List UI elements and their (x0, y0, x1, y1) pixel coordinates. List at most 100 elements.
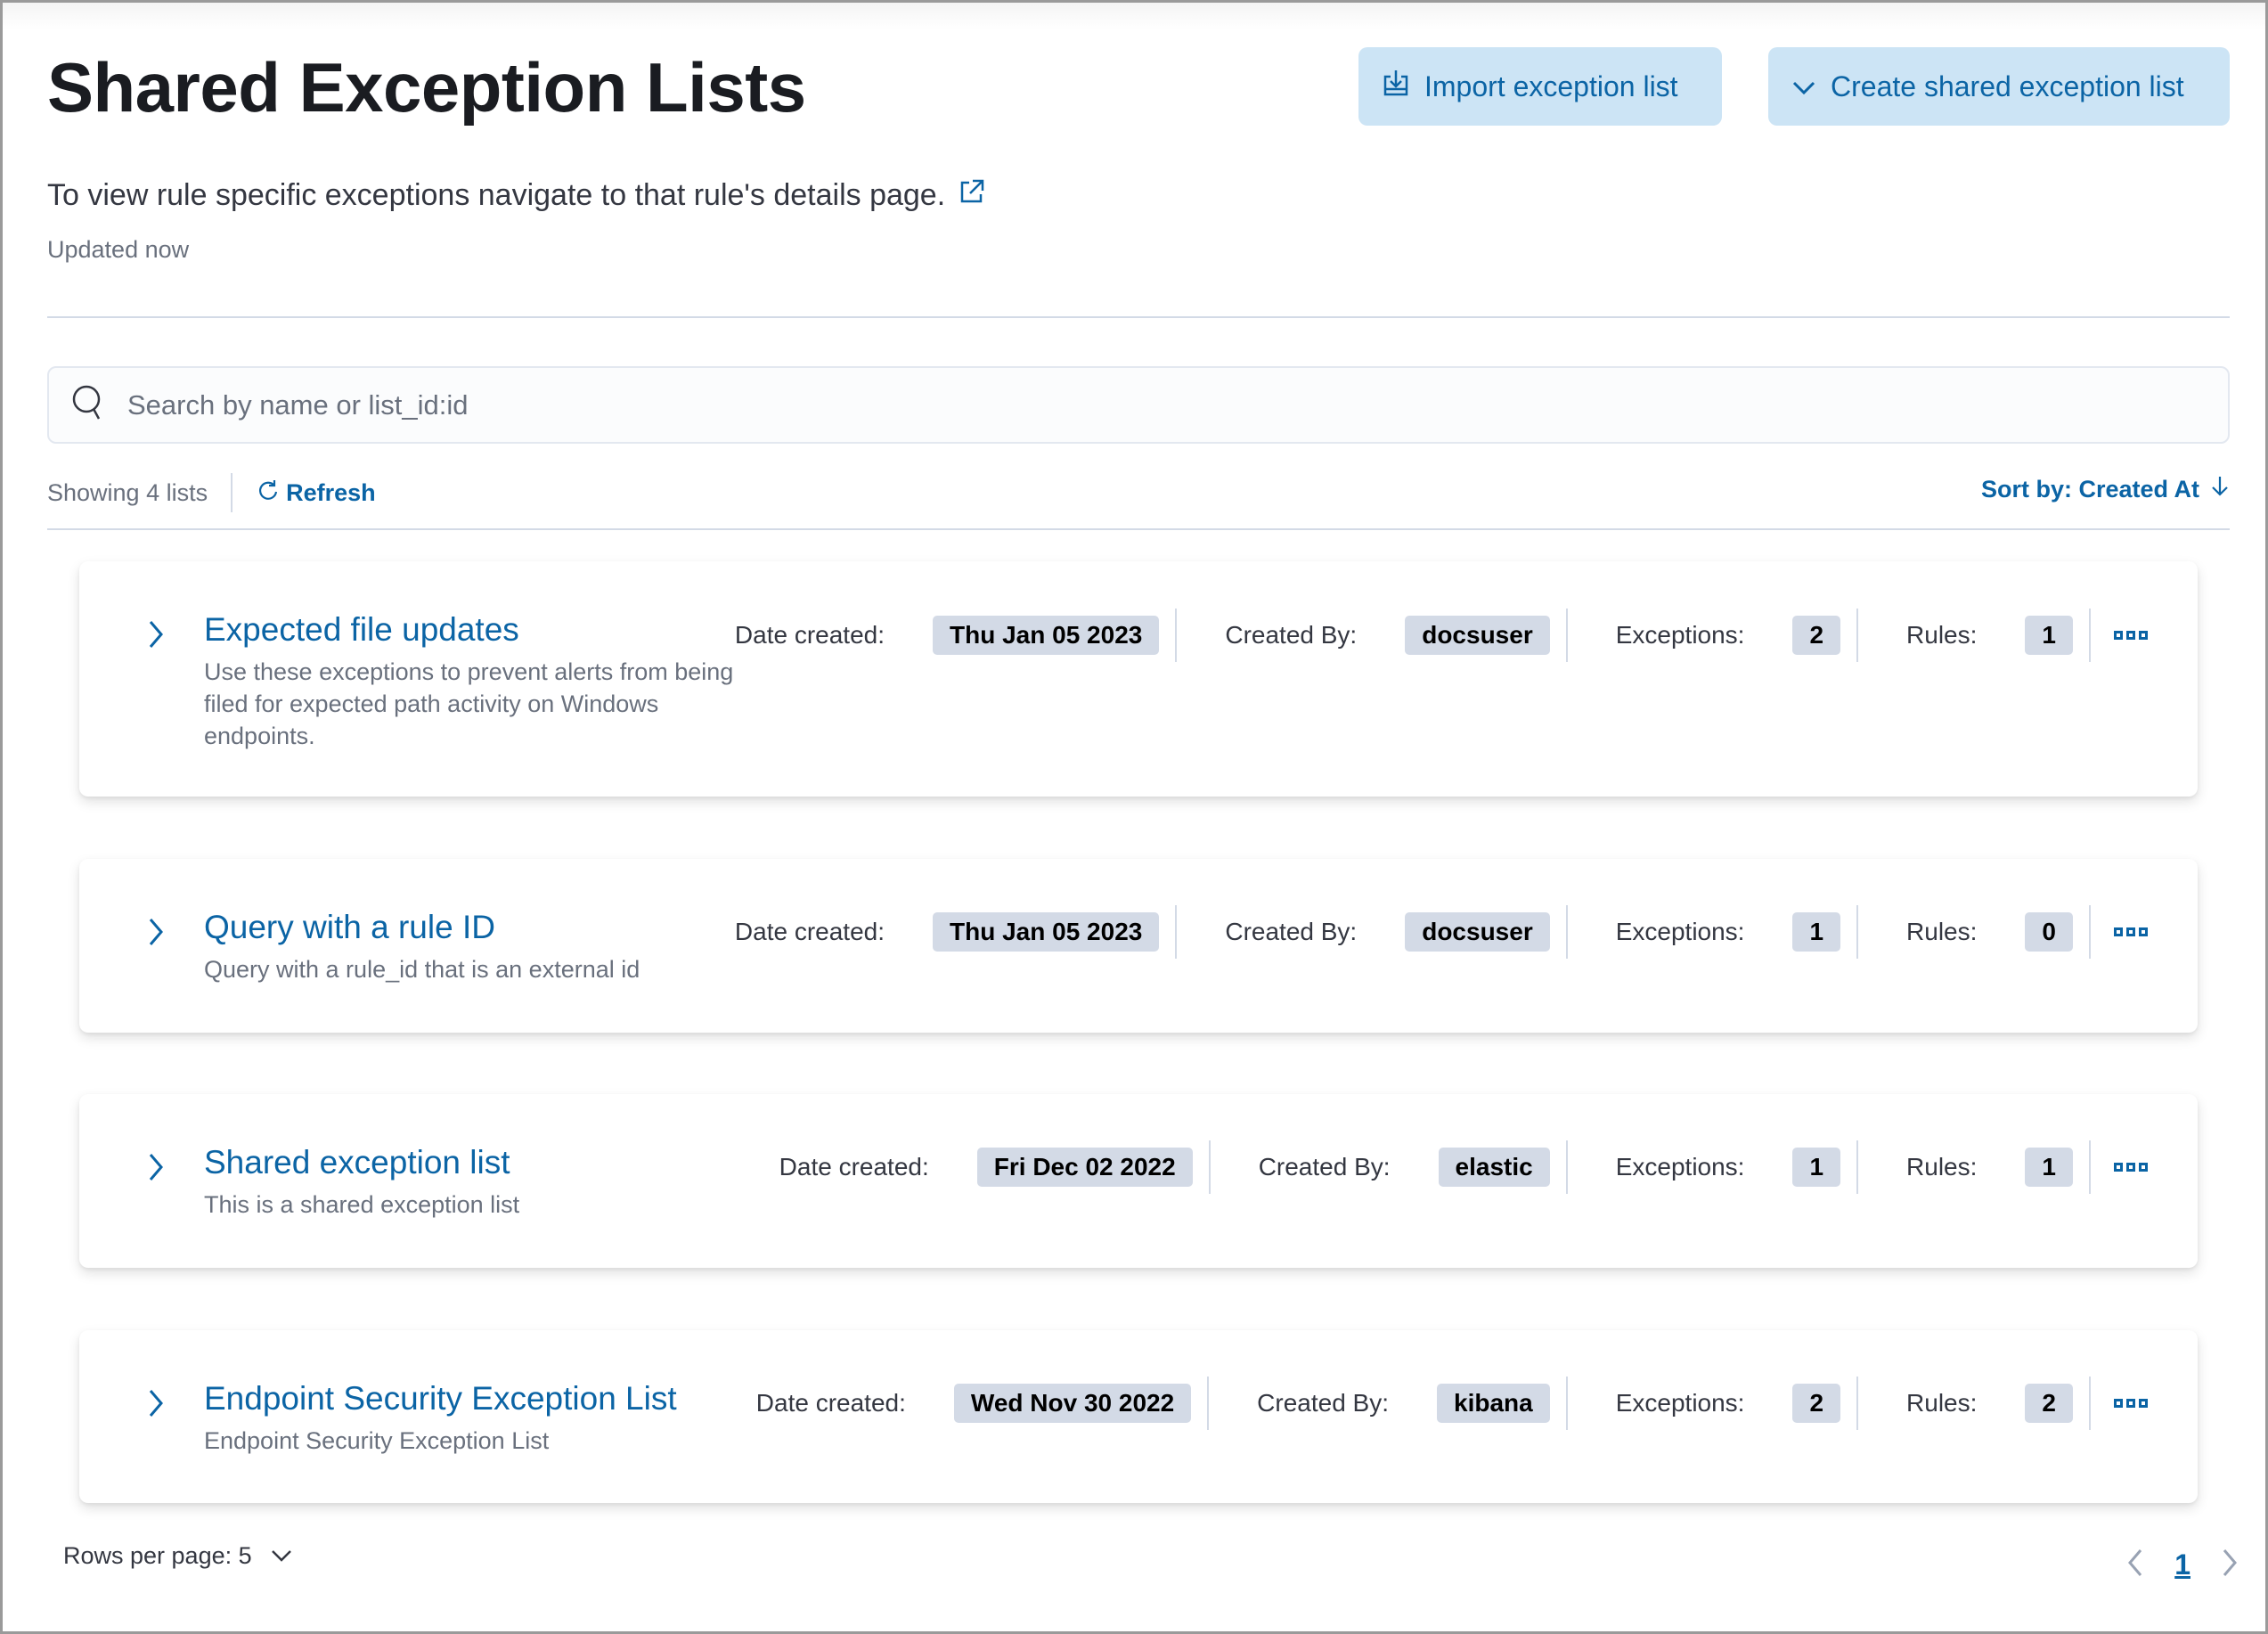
search-input[interactable] (127, 388, 2087, 421)
list-meta: Date created: Thu Jan 05 2023 Created By… (735, 905, 2171, 959)
rules-group: Rules: 0 (1858, 905, 2091, 959)
arrow-down-icon (2210, 475, 2230, 504)
list-description: This is a shared exception list (204, 1191, 520, 1218)
list-name-link[interactable]: Query with a rule ID (204, 909, 495, 946)
more-actions-icon[interactable] (2091, 905, 2171, 959)
list-description: Endpoint Security Exception List (204, 1427, 550, 1454)
list-toolbar: Showing 4 lists Refresh (47, 473, 376, 512)
shared-exception-lists-page: Shared Exception Lists Import exception … (3, 3, 2265, 1631)
exception-list-card: Endpoint Security Exception List Endpoin… (79, 1330, 2198, 1503)
top-shade (3, 3, 2265, 29)
exceptions-count-badge: 1 (1792, 1148, 1841, 1187)
date-created-badge: Thu Jan 05 2023 (933, 616, 1160, 655)
created-by-label: Created By: (1225, 918, 1358, 945)
date-created-badge: Wed Nov 30 2022 (953, 1384, 1192, 1423)
import-exception-list-button[interactable]: Import exception list (1358, 47, 1722, 126)
pagination: 1 (2126, 1548, 2239, 1582)
exception-list-card: Shared exception list This is a shared e… (79, 1094, 2198, 1268)
date-created-label: Date created: (755, 1389, 906, 1417)
updated-status: Updated now (47, 236, 190, 263)
list-meta: Date created: Thu Jan 05 2023 Created By… (735, 609, 2171, 662)
list-description: Use these exceptions to prevent alerts f… (204, 658, 734, 749)
more-actions-icon[interactable] (2091, 609, 2171, 662)
exceptions-label: Exceptions: (1615, 1389, 1745, 1417)
refresh-button[interactable]: Refresh (233, 478, 376, 508)
previous-page-icon[interactable] (2126, 1548, 2144, 1582)
rules-label: Rules: (1906, 1153, 1978, 1181)
created-by-badge: elastic (1438, 1148, 1550, 1187)
list-name-link[interactable]: Endpoint Security Exception List (204, 1380, 677, 1417)
next-page-icon[interactable] (2221, 1548, 2239, 1582)
exceptions-label: Exceptions: (1615, 1153, 1745, 1181)
date-created-badge: Thu Jan 05 2023 (933, 912, 1160, 952)
rules-count-badge: 2 (2025, 1384, 2073, 1423)
search-icon (70, 383, 106, 427)
expand-chevron-icon[interactable] (142, 914, 168, 950)
created-by-group: Created By: kibana (1209, 1377, 1568, 1430)
created-by-label: Created By: (1258, 1153, 1391, 1181)
date-created-label: Date created: (734, 918, 885, 945)
page-title: Shared Exception Lists (47, 48, 806, 127)
expand-chevron-icon[interactable] (142, 617, 168, 652)
exceptions-group: Exceptions: 1 (1568, 905, 1859, 959)
exceptions-label: Exceptions: (1615, 621, 1745, 649)
list-name-link[interactable]: Shared exception list (204, 1144, 510, 1181)
sort-by-button[interactable]: Sort by: Created At (1981, 475, 2230, 504)
date-created-badge: Fri Dec 02 2022 (976, 1148, 1193, 1187)
date-created-label: Date created: (779, 1153, 929, 1181)
list-name-link[interactable]: Expected file updates (204, 611, 519, 649)
exceptions-count-badge: 2 (1792, 1384, 1841, 1423)
date-created-label: Date created: (734, 621, 885, 649)
page-1-button[interactable]: 1 (2174, 1548, 2190, 1581)
date-created-group: Date created: Thu Jan 05 2023 (734, 609, 1178, 662)
rules-count-badge: 1 (2025, 1148, 2073, 1187)
created-by-badge: docsuser (1405, 912, 1550, 952)
list-meta: Date created: Wed Nov 30 2022 Created By… (756, 1377, 2171, 1430)
created-by-badge: docsuser (1405, 616, 1550, 655)
chevron-down-icon (1791, 70, 1816, 103)
exceptions-count-badge: 2 (1792, 616, 1841, 655)
search-bar[interactable] (47, 366, 2230, 444)
date-created-group: Date created: Thu Jan 05 2023 (734, 905, 1178, 959)
created-by-badge: kibana (1437, 1384, 1550, 1423)
created-by-label: Created By: (1257, 1389, 1390, 1417)
refresh-label: Refresh (286, 478, 376, 506)
exceptions-label: Exceptions: (1615, 918, 1745, 945)
rules-count-badge: 0 (2025, 912, 2073, 952)
import-button-label: Import exception list (1424, 69, 1678, 102)
exceptions-group: Exceptions: 2 (1568, 1377, 1859, 1430)
create-shared-exception-list-button[interactable]: Create shared exception list (1768, 47, 2230, 126)
more-actions-icon[interactable] (2091, 1140, 2171, 1194)
expand-chevron-icon[interactable] (142, 1149, 168, 1185)
created-by-group: Created By: elastic (1211, 1140, 1568, 1194)
list-description: Query with a rule_id that is an external… (204, 956, 640, 983)
list-meta: Date created: Fri Dec 02 2022 Created By… (779, 1140, 2171, 1194)
more-actions-icon[interactable] (2091, 1377, 2171, 1430)
created-by-label: Created By: (1225, 621, 1358, 649)
chevron-down-icon (270, 1542, 293, 1570)
import-icon (1382, 68, 1410, 105)
showing-count: Showing 4 lists (47, 473, 233, 512)
rules-label: Rules: (1906, 918, 1978, 945)
refresh-icon (257, 478, 279, 508)
expand-chevron-icon[interactable] (142, 1385, 168, 1421)
rules-group: Rules: 2 (1858, 1377, 2091, 1430)
created-by-group: Created By: docsuser (1177, 905, 1568, 959)
rules-count-badge: 1 (2025, 616, 2073, 655)
header-divider (47, 316, 2230, 318)
rows-per-page-label: Rows per page: 5 (63, 1542, 252, 1569)
external-link-icon[interactable] (958, 177, 986, 214)
rules-group: Rules: 1 (1858, 609, 2091, 662)
exceptions-count-badge: 1 (1792, 912, 1841, 952)
exception-list-card: Expected file updates Use these exceptio… (79, 561, 2198, 797)
description-text: To view rule specific exceptions navigat… (47, 178, 946, 212)
sort-label: Sort by: Created At (1980, 476, 2199, 502)
exceptions-group: Exceptions: 1 (1568, 1140, 1859, 1194)
date-created-group: Date created: Wed Nov 30 2022 (755, 1377, 1210, 1430)
toolbar-divider (47, 528, 2230, 530)
rules-group: Rules: 1 (1858, 1140, 2091, 1194)
create-button-label: Create shared exception list (1831, 69, 2184, 102)
rules-label: Rules: (1906, 1389, 1978, 1417)
rows-per-page-selector[interactable]: Rows per page: 5 (63, 1542, 293, 1570)
exception-list-card: Query with a rule ID Query with a rule_i… (79, 859, 2198, 1033)
